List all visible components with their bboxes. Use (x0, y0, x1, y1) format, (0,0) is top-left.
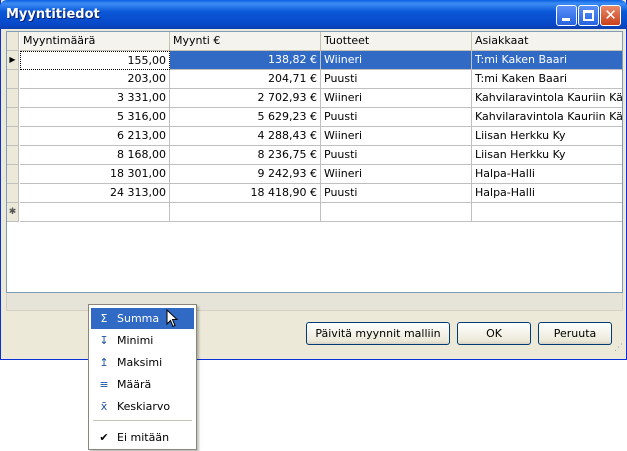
table-row[interactable]: 24 313,00 18 418,90 € Puusti Halpa-Halli (7, 184, 622, 203)
table-row[interactable]: 18 301,00 9 242,93 € Wiineri Halpa-Halli (7, 165, 622, 184)
cell-customer[interactable]: Halpa-Halli (472, 165, 622, 184)
row-selector[interactable] (7, 127, 19, 146)
cell-quantity[interactable]: 24 313,00 (20, 184, 170, 203)
header-corner (7, 32, 19, 51)
average-icon: x̄ (100, 400, 108, 413)
menu-item-minimum[interactable]: ↧ Minimi (91, 330, 194, 351)
close-icon: ✕ (604, 6, 617, 24)
current-row-indicator[interactable]: ▶ (7, 51, 19, 70)
cell-customer[interactable]: Liisan Herkku Ky (472, 127, 622, 146)
table-row[interactable]: 3 331,00 2 702,93 € Wiineri Kahvilaravin… (7, 89, 622, 108)
cell-sales[interactable]: 204,71 € (170, 70, 321, 89)
title-bar[interactable]: Myyntitiedot ✕ (0, 0, 627, 29)
minimum-icon: ↧ (99, 334, 109, 347)
menu-separator (93, 420, 192, 421)
cell-quantity[interactable]: 6 213,00 (20, 127, 170, 146)
cell-customer[interactable] (472, 203, 622, 222)
new-row-indicator[interactable]: ✱ (7, 203, 19, 222)
cell-product[interactable]: Wiineri (321, 51, 472, 70)
menu-item-label: Minimi (117, 334, 154, 347)
sigma-icon: Σ (100, 312, 108, 325)
mouse-cursor-icon (166, 309, 179, 328)
cell-product[interactable]: Puusti (321, 146, 472, 165)
cancel-button[interactable]: Peruuta (538, 322, 612, 345)
column-header-customers[interactable]: Asiakkaat (472, 32, 622, 51)
ok-button[interactable]: OK (457, 322, 531, 345)
cell-sales[interactable] (170, 203, 321, 222)
menu-item-label: Ei mitään (117, 431, 170, 444)
cell-product[interactable]: Puusti (321, 184, 472, 203)
row-selector[interactable] (7, 89, 19, 108)
table-row[interactable]: ▶ 155,00 138,82 € Wiineri T:mi Kaken Baa… (7, 51, 622, 70)
cell-customer[interactable]: T:mi Kaken Baari (472, 51, 622, 70)
cell-sales[interactable]: 2 702,93 € (170, 89, 321, 108)
cell-quantity[interactable] (20, 203, 170, 222)
cell-quantity[interactable]: 3 331,00 (20, 89, 170, 108)
minimize-icon (562, 18, 570, 21)
window-title: Myyntitiedot (6, 7, 100, 22)
cell-customer[interactable]: Kahvilaravintola Kauriin Kää… (472, 108, 622, 127)
cell-customer[interactable]: Halpa-Halli (472, 184, 622, 203)
menu-item-label: Maksimi (117, 356, 163, 369)
row-selector[interactable] (7, 70, 19, 89)
cell-sales[interactable]: 18 418,90 € (170, 184, 321, 203)
cell-sales[interactable]: 4 288,43 € (170, 127, 321, 146)
cell-quantity[interactable]: 18 301,00 (20, 165, 170, 184)
cell-sales[interactable]: 9 242,93 € (170, 165, 321, 184)
check-icon: ✔ (99, 431, 109, 444)
menu-item-label: Määrä (117, 378, 152, 391)
menu-item-average[interactable]: x̄ Keskiarvo (91, 396, 194, 417)
table-row[interactable]: 203,00 204,71 € Puusti T:mi Kaken Baari (7, 70, 622, 89)
column-header-quantity[interactable]: Myyntimäärä (20, 32, 170, 51)
menu-item-maximum[interactable]: ↥ Maksimi (91, 352, 194, 373)
resize-grip-icon[interactable]: ⋰ (614, 344, 624, 356)
cell-sales[interactable]: 5 629,23 € (170, 108, 321, 127)
menu-item-count[interactable]: ≡ Määrä (91, 374, 194, 395)
row-selector[interactable] (7, 146, 19, 165)
cell-quantity[interactable]: 8 168,00 (20, 146, 170, 165)
cell-sales[interactable]: 8 236,75 € (170, 146, 321, 165)
table-row[interactable]: 5 316,00 5 629,23 € Puusti Kahvilaravint… (7, 108, 622, 127)
cell-product[interactable]: Puusti (321, 70, 472, 89)
cell-quantity[interactable]: 5 316,00 (20, 108, 170, 127)
cell-product[interactable]: Wiineri (321, 89, 472, 108)
maximize-button[interactable] (578, 5, 599, 26)
minimize-button[interactable] (556, 5, 577, 26)
cell-product[interactable]: Puusti (321, 108, 472, 127)
maximize-icon (583, 10, 594, 21)
menu-item-none[interactable]: ✔ Ei mitään (91, 427, 194, 448)
column-header-sales[interactable]: Myynti € (170, 32, 321, 51)
table-row[interactable]: 6 213,00 4 288,43 € Wiineri Liisan Herkk… (7, 127, 622, 146)
update-sales-button[interactable]: Päivitä myynnit malliin (306, 322, 450, 345)
maximum-icon: ↥ (99, 356, 109, 369)
row-selector[interactable] (7, 108, 19, 127)
column-header-products[interactable]: Tuotteet (321, 32, 472, 51)
cell-product[interactable] (321, 203, 472, 222)
cell-quantity[interactable]: 203,00 (20, 70, 170, 89)
cell-sales[interactable]: 138,82 € (170, 51, 321, 70)
menu-item-label: Keskiarvo (117, 400, 171, 413)
cell-customer[interactable]: T:mi Kaken Baari (472, 70, 622, 89)
row-selector[interactable] (7, 165, 19, 184)
table-row[interactable]: 8 168,00 8 236,75 € Puusti Liisan Herkku… (7, 146, 622, 165)
cell-quantity[interactable]: 155,00 (20, 51, 170, 70)
cell-product[interactable]: Wiineri (321, 127, 472, 146)
close-button[interactable]: ✕ (600, 5, 621, 26)
count-icon: ≡ (99, 378, 109, 391)
grid-header: Myyntimäärä Myynti € Tuotteet Asiakkaat (7, 32, 622, 51)
row-selector[interactable] (7, 184, 19, 203)
aggregate-context-menu: Σ Summa ↧ Minimi ↥ Maksimi ≡ Määrä x̄ Ke… (88, 304, 197, 450)
cell-product[interactable]: Wiineri (321, 165, 472, 184)
new-row[interactable]: ✱ (7, 203, 622, 222)
cell-customer[interactable]: Kahvilaravintola Kauriin Kää… (472, 89, 622, 108)
menu-item-label: Summa (117, 312, 160, 325)
sales-grid[interactable]: Myyntimäärä Myynti € Tuotteet Asiakkaat … (6, 31, 623, 293)
cell-customer[interactable]: Liisan Herkku Ky (472, 146, 622, 165)
